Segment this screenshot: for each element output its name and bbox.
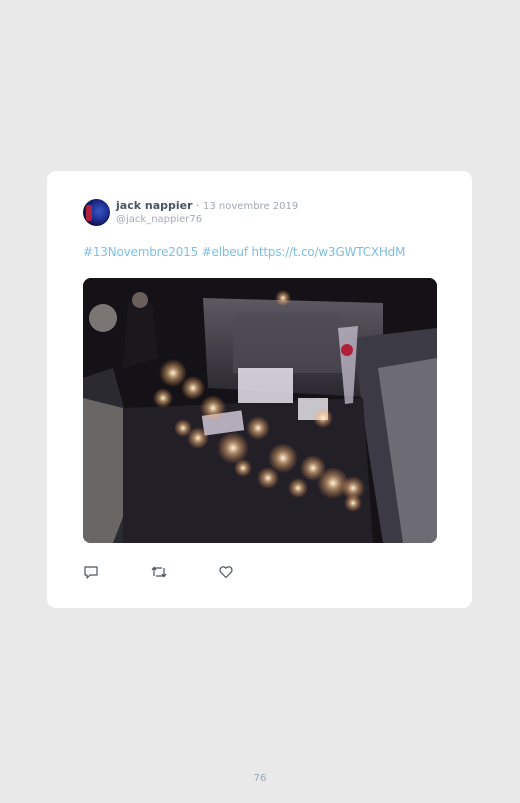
retweet-icon — [151, 566, 167, 578]
author-name[interactable]: jack nappier — [116, 199, 193, 212]
author-handle[interactable]: @jack_nappier76 — [116, 214, 202, 225]
retweet-button[interactable] — [150, 564, 167, 580]
hashtag-13novembre2015[interactable]: #13Novembre2015 — [83, 245, 198, 259]
tweet-photo[interactable] — [83, 278, 437, 543]
tweet-link[interactable]: https://t.co/w3GWTCXHdM — [251, 245, 405, 259]
candle-memorial-photo — [83, 278, 437, 543]
tweet-actions — [83, 564, 283, 580]
heart-icon — [219, 566, 233, 579]
page: jack nappier · 13 novembre 2019 @jack_na… — [0, 0, 520, 803]
reply-button[interactable] — [83, 564, 99, 580]
tweet-card: jack nappier · 13 novembre 2019 @jack_na… — [47, 171, 472, 608]
hashtag-elbeuf[interactable]: #elbeuf — [202, 245, 248, 259]
tweet-date[interactable]: 13 novembre 2019 — [203, 201, 298, 212]
separator: · — [196, 199, 200, 212]
reply-icon — [84, 566, 98, 579]
tweet-text: #13Novembre2015 #elbeuf https://t.co/w3G… — [83, 245, 405, 259]
author-line: jack nappier · 13 novembre 2019 — [116, 199, 298, 214]
avatar[interactable] — [83, 199, 110, 226]
page-number: 76 — [253, 773, 267, 784]
like-button[interactable] — [218, 564, 234, 580]
